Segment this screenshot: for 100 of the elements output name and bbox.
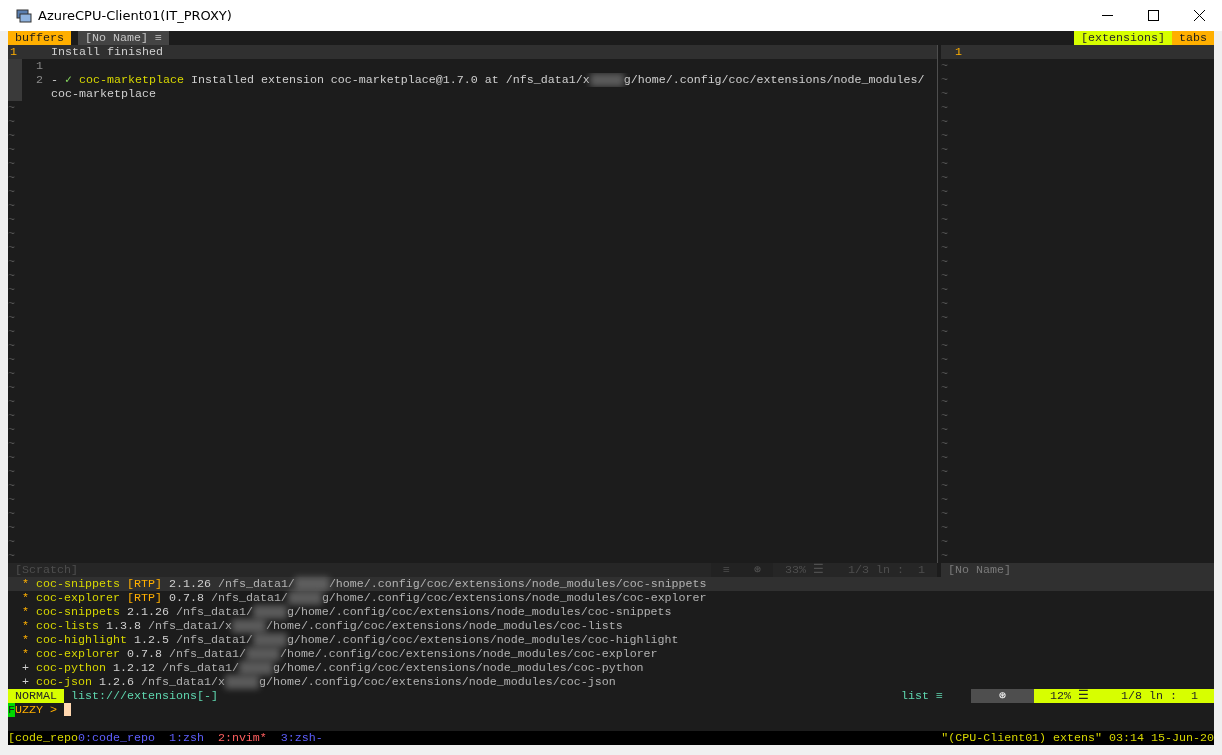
version-text: 2.1.26	[168, 577, 211, 591]
empty-line-marker: ~	[941, 185, 948, 199]
line-number: 1	[954, 45, 962, 59]
list-item[interactable]: + coc-json 1.2.6 /nfs_data1/x g/home/.config/coc/extensions/node_modules/coc-json	[8, 675, 1214, 689]
path-text: /home/.config/coc/extensions/node_modules/coc-snippets	[328, 577, 707, 591]
empty-line-marker: ~	[941, 395, 948, 409]
path-text: /nfs_data1/	[168, 647, 246, 661]
tmux-window[interactable]: 0:code_repo	[77, 731, 155, 745]
buffer-tab[interactable]: [No Name] ≡	[77, 31, 169, 45]
list-item[interactable]: * coc-snippets 2.1.26 /nfs_data1/ g/home/.config/coc/extensions/node_modules/coc-snippets	[8, 605, 1214, 619]
extension-tag: [RTP]	[126, 591, 162, 605]
empty-line-marker: ~	[8, 451, 15, 465]
status-text: ≡	[711, 563, 743, 577]
list-item[interactable]: * coc-snippets [RTP] 2.1.26 /nfs_data1/ /home/.config/coc/extensions/node_modules/coc-snippets	[8, 577, 1214, 591]
empty-line-marker: ~	[941, 59, 948, 73]
empty-line-marker: ~	[8, 255, 15, 269]
empty-line-marker: ~	[941, 325, 948, 339]
empty-line-marker: ~	[941, 129, 948, 143]
empty-line-marker: ~	[8, 171, 15, 185]
list-item[interactable]: + coc-python 1.2.12 /nfs_data1/ g/home/.config/coc/extensions/node_modules/coc-python	[8, 661, 1214, 675]
version-text: 1.2.5	[133, 633, 169, 647]
tmux-window[interactable]: 1:zsh	[168, 731, 204, 745]
redacted-smudge	[287, 591, 322, 605]
path-text: /nfs_data1/	[161, 661, 239, 675]
buffer-name: [No Name]	[947, 563, 1012, 577]
empty-line-marker: ~	[8, 185, 15, 199]
tmux-window[interactable]: 2:nvim*	[217, 731, 267, 745]
prompt-label: FUZZY >	[8, 703, 58, 717]
empty-line-marker: ~	[941, 115, 948, 129]
empty-line-marker: ~	[8, 339, 15, 353]
app-icon	[16, 7, 32, 24]
list-item[interactable]: * coc-lists 1.3.8 /nfs_data1/x /home/.config/coc/extensions/node_modules/coc-lists	[8, 619, 1214, 633]
check-icon: ✓	[65, 73, 73, 87]
empty-line-marker: ~	[941, 213, 948, 227]
extension-name: coc-lists	[36, 619, 99, 633]
empty-line-marker: ~	[8, 157, 15, 171]
empty-line-marker: ~	[8, 213, 15, 227]
tmux-status: "(CPU-Client01) extens" 03:14 15-Jun-20	[941, 731, 1214, 745]
tmux-window[interactable]: 3:zsh-	[280, 731, 323, 745]
tab[interactable]: [extensions]	[1074, 31, 1172, 45]
empty-line-marker: ~	[8, 423, 15, 437]
empty-line-marker: ~	[8, 325, 15, 339]
status-marker: *	[22, 619, 29, 633]
empty-line-marker: ~	[941, 269, 948, 283]
empty-line-marker: ~	[8, 381, 15, 395]
empty-line-marker: ~	[941, 381, 948, 395]
empty-line-marker: ~	[8, 353, 15, 367]
tabs-label: tabs	[1172, 31, 1214, 45]
empty-line-marker: ~	[941, 409, 948, 423]
path-text: g/home/.config/coc/extensions/node_modules/coc-explorer	[321, 591, 707, 605]
empty-line-marker: ~	[941, 423, 948, 437]
extension-name: coc-explorer	[36, 647, 120, 661]
empty-line-marker: ~	[8, 101, 15, 115]
redacted-smudge	[252, 605, 287, 619]
empty-line-marker: ~	[8, 465, 15, 479]
empty-line-marker: ~	[941, 227, 948, 241]
sign-column	[8, 87, 22, 101]
empty-line-marker: ~	[941, 465, 948, 479]
empty-line-marker: ~	[941, 451, 948, 465]
window-title: AzureCPU-Client01(IT_PROXY)	[38, 6, 232, 25]
empty-line-marker: ~	[8, 199, 15, 213]
buffers-label: buffers	[8, 31, 71, 45]
empty-line-marker: ~	[8, 143, 15, 157]
extension-name: coc-python	[36, 661, 106, 675]
status-marker: *	[22, 647, 29, 661]
session-name: [code_repo	[8, 731, 78, 745]
empty-line-marker: ~	[8, 283, 15, 297]
empty-line-marker: ~	[941, 437, 948, 451]
redacted-smudge	[224, 675, 259, 689]
status-marker: *	[22, 605, 29, 619]
empty-line-marker: ~	[8, 409, 15, 423]
redacted-smudge	[231, 619, 266, 633]
text-cursor	[63, 703, 71, 716]
version-text: 0.7.8	[168, 591, 204, 605]
status-marker: *	[22, 633, 29, 647]
empty-line-marker: ~	[941, 479, 948, 493]
empty-line-marker: ~	[8, 521, 15, 535]
message-text: g/home/.config/coc/extensions/node_modules/	[623, 73, 925, 87]
version-text: 1.2.6	[98, 675, 134, 689]
list-item[interactable]: * coc-explorer [RTP] 0.7.8 /nfs_data1/ g/home/.config/coc/extensions/node_modules/coc-explorer	[8, 591, 1214, 605]
empty-line-marker: ~	[8, 367, 15, 381]
mode-indicator: NORMAL	[8, 689, 64, 703]
path-text: /nfs_data1/x	[147, 619, 232, 633]
path-text: /nfs_data1/	[210, 591, 288, 605]
empty-line-marker: ~	[8, 437, 15, 451]
extension-name: coc-highlight	[36, 633, 127, 647]
version-text: 0.7.8	[126, 647, 162, 661]
empty-line-marker: ~	[941, 101, 948, 115]
empty-line-marker: ~	[941, 549, 948, 563]
list-uri: list:///extensions[-]	[71, 689, 218, 703]
list-item[interactable]: * coc-highlight 1.2.5 /nfs_data1/ g/home/.config/coc/extensions/node_modules/coc-highlight	[8, 633, 1214, 647]
list-item[interactable]: * coc-explorer 0.7.8 /nfs_data1/ /home/.config/coc/extensions/node_modules/coc-explorer	[8, 647, 1214, 661]
empty-line-marker: ~	[8, 493, 15, 507]
path-text: /nfs_data1/	[175, 633, 253, 647]
list-source: list ≡	[901, 689, 944, 703]
empty-line-marker: ~	[941, 311, 948, 325]
message-text: coc-marketplace	[51, 87, 156, 101]
empty-line-marker: ~	[941, 297, 948, 311]
extension-tag: [RTP]	[126, 577, 162, 591]
maximize-icon	[1147, 10, 1159, 21]
